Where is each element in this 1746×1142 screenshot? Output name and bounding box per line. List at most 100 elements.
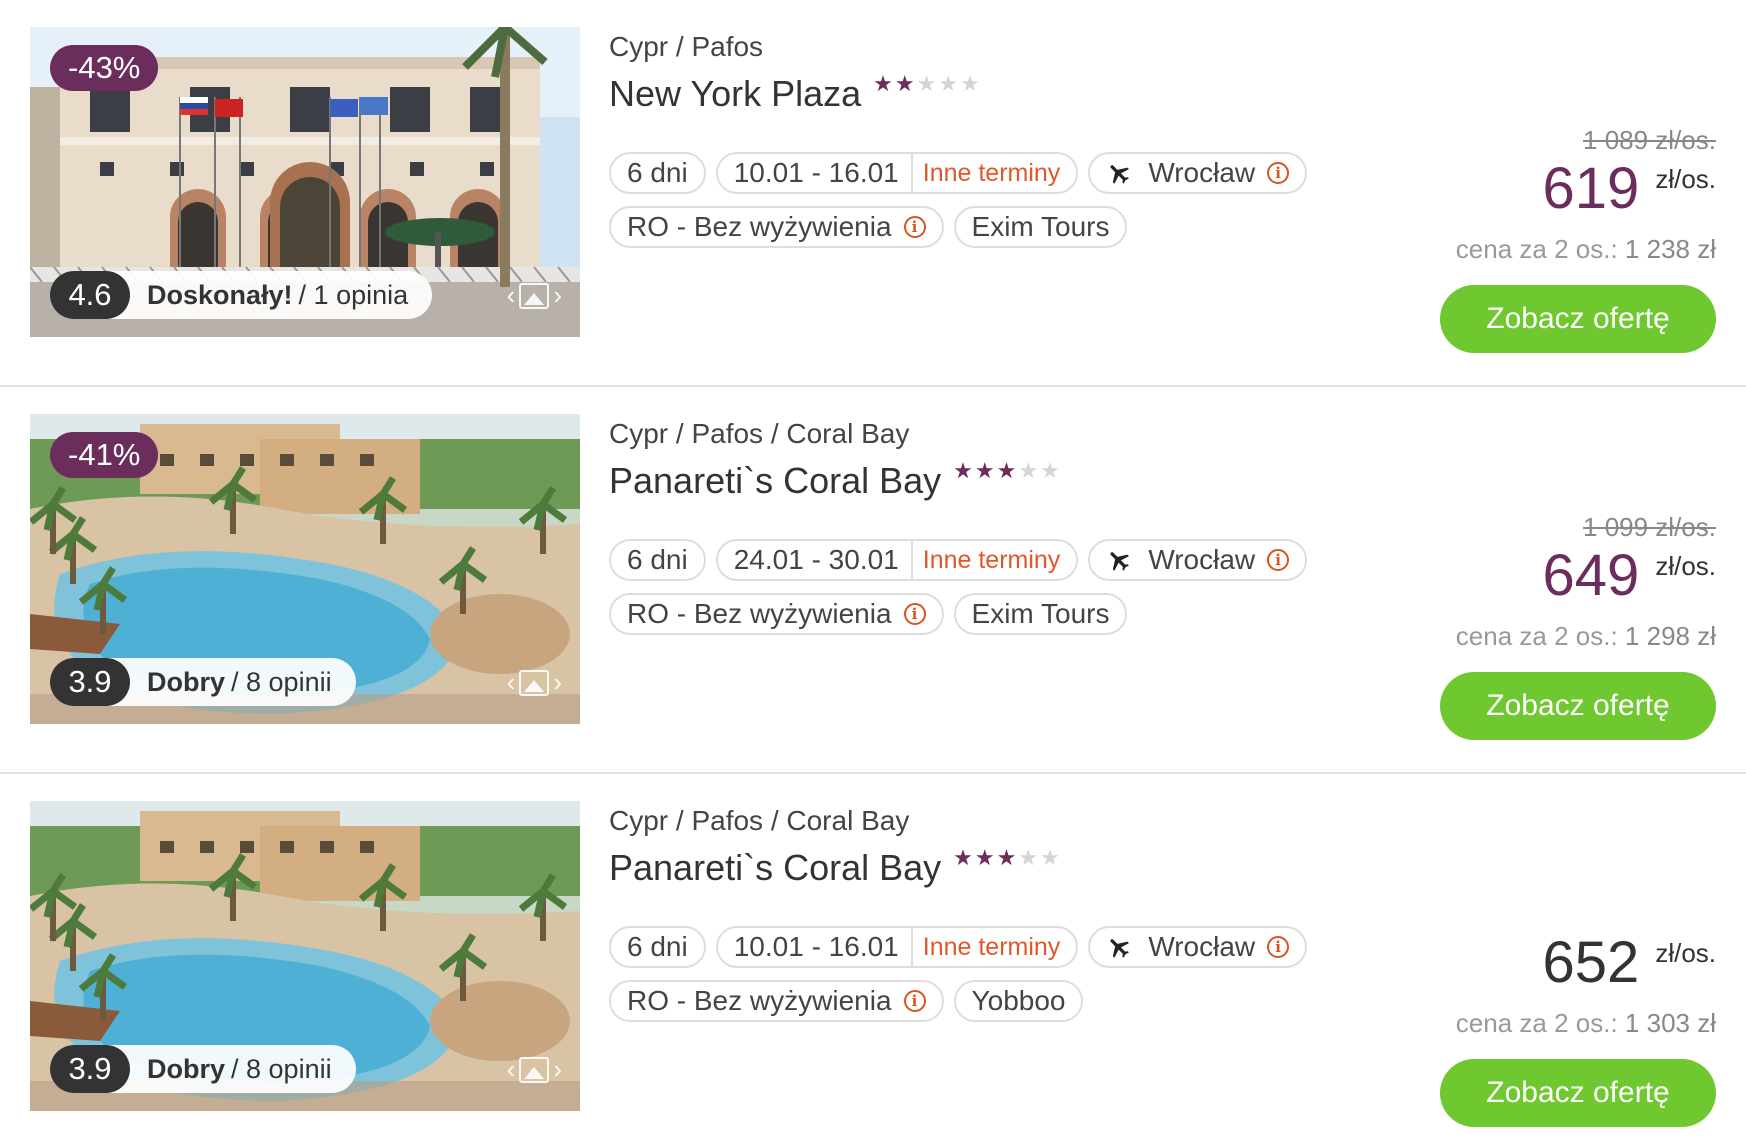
see-offer-button[interactable]: Zobacz ofertę (1440, 672, 1716, 740)
location-breadcrumb[interactable]: Cypr / Pafos / Coral Bay (609, 801, 1329, 841)
hotel-name[interactable]: New York Plaza (609, 69, 861, 119)
price-for-two-value: 1 238 zł (1624, 234, 1716, 264)
star-filled-icon: ★ (974, 845, 997, 870)
offer-info: Cypr / Pafos / Coral Bay Panareti`s Cora… (609, 801, 1329, 1022)
price-box: 1 099 zł/os. 649 zł/os. cena za 2 os.: 1… (1316, 387, 1716, 772)
dates-value: 24.01 - 30.01 (733, 544, 899, 575)
dates-tag: 10.01 - 16.01 Inne terminy (715, 926, 1079, 968)
rating-opinions: / 1 opinia (298, 279, 409, 310)
location-breadcrumb[interactable]: Cypr / Pafos (609, 27, 1329, 67)
departure-city: Wrocław (1148, 157, 1256, 188)
price-unit: zł/os. (1655, 164, 1716, 194)
info-icon[interactable]: i (1267, 936, 1290, 958)
departure-city: Wrocław (1148, 931, 1256, 962)
price-for-two: cena za 2 os.: 1 303 zł (1456, 1008, 1716, 1039)
rating-opinions: / 8 opinii (231, 1053, 332, 1084)
hotel-stars: ★★★★★ (953, 843, 1062, 873)
operator-tag: Yobboo (953, 980, 1084, 1022)
departure-tag[interactable]: Wrocław i (1088, 539, 1308, 581)
departure-tag[interactable]: Wrocław i (1088, 152, 1308, 194)
hotel-stars: ★★★★★ (953, 456, 1062, 486)
price-for-two-label: cena za 2 os.: (1455, 234, 1618, 264)
offer-info: Cypr / Pafos New York Plaza ★★★★★ 6 dni … (609, 27, 1329, 248)
board-tag[interactable]: RO - Bez wyżywienia i (609, 980, 944, 1022)
other-dates-link[interactable]: Inne terminy (923, 933, 1061, 962)
price: 649 zł/os. (1543, 541, 1716, 611)
price-amount: 649 (1542, 543, 1640, 608)
rating-score: 4.6 (50, 271, 130, 319)
offer-card: 3.9 Dobry / 8 opinii ‹ › Cypr / Pafos / C… (0, 774, 1746, 1142)
gallery-icon[interactable]: ‹ › (507, 667, 562, 698)
rating-pill[interactable]: 3.9 Dobry / 8 opinii (50, 658, 356, 706)
price-for-two-label: cena za 2 os.: (1455, 1008, 1618, 1038)
duration-tag: 6 dni (609, 539, 706, 581)
board-tag[interactable]: RO - Bez wyżywienia i (609, 206, 944, 248)
star-empty-icon: ★ (938, 71, 961, 96)
info-icon[interactable]: i (903, 216, 926, 238)
old-price: 1 089 zł/os. (1583, 125, 1716, 155)
discount-badge: -43% (50, 45, 159, 91)
star-filled-icon: ★ (894, 71, 917, 96)
rating-verdict: Dobry (147, 666, 226, 697)
see-offer-button[interactable]: Zobacz ofertę (1440, 1059, 1716, 1127)
star-filled-icon: ★ (996, 845, 1019, 870)
price-box: 1 089 zł/os. 619 zł/os. cena za 2 os.: 1… (1316, 0, 1716, 385)
star-filled-icon: ★ (974, 458, 997, 483)
price: 652 zł/os. (1543, 928, 1716, 998)
star-empty-icon: ★ (1040, 845, 1062, 870)
star-filled-icon: ★ (953, 458, 975, 483)
location-breadcrumb[interactable]: Cypr / Pafos / Coral Bay (609, 414, 1329, 454)
rating-opinions: / 8 opinii (231, 666, 332, 697)
hotel-stars: ★★★★★ (873, 69, 982, 99)
hotel-photo[interactable]: 3.9 Dobry / 8 opinii ‹ › (30, 801, 580, 1111)
star-filled-icon: ★ (953, 845, 975, 870)
gallery-icon[interactable]: ‹ › (507, 1054, 562, 1085)
hotel-name[interactable]: Panareti`s Coral Bay (609, 843, 941, 893)
offer-card: -41% 3.9 Dobry / 8 opinii ‹ › Cypr / Pafo… (0, 387, 1746, 774)
other-dates-link[interactable]: Inne terminy (923, 159, 1061, 188)
star-empty-icon: ★ (1018, 845, 1041, 870)
plane-icon (1110, 552, 1130, 571)
other-dates-link[interactable]: Inne terminy (923, 546, 1061, 575)
duration-tag: 6 dni (609, 926, 706, 968)
board-value: RO - Bez wyżywienia (627, 211, 892, 242)
star-filled-icon: ★ (996, 458, 1019, 483)
board-tag[interactable]: RO - Bez wyżywienia i (609, 593, 944, 635)
dates-value: 10.01 - 16.01 (733, 157, 899, 188)
info-icon[interactable]: i (903, 990, 926, 1012)
star-empty-icon: ★ (960, 71, 982, 96)
gallery-icon[interactable]: ‹ › (507, 280, 562, 311)
rating-pill[interactable]: 4.6 Doskonały! / 1 opinia (50, 271, 433, 319)
info-icon[interactable]: i (1267, 549, 1290, 571)
see-offer-button[interactable]: Zobacz ofertę (1440, 285, 1716, 353)
info-icon[interactable]: i (903, 603, 926, 625)
price-unit: zł/os. (1655, 551, 1716, 581)
duration-tag: 6 dni (609, 152, 706, 194)
offer-info: Cypr / Pafos / Coral Bay Panareti`s Cora… (609, 414, 1329, 635)
operator-tag: Exim Tours (953, 206, 1128, 248)
hotel-photo[interactable]: -41% 3.9 Dobry / 8 opinii ‹ › (30, 414, 580, 724)
rating-pill[interactable]: 3.9 Dobry / 8 opinii (50, 1045, 356, 1093)
price-for-two: cena za 2 os.: 1 298 zł (1456, 621, 1716, 652)
price-for-two-value: 1 303 zł (1624, 1008, 1716, 1038)
plane-icon (1110, 165, 1130, 184)
dates-value: 10.01 - 16.01 (733, 931, 899, 962)
price-for-two: cena za 2 os.: 1 238 zł (1456, 234, 1716, 265)
plane-icon (1110, 939, 1130, 958)
price-amount: 652 (1542, 930, 1640, 995)
dates-tag: 24.01 - 30.01 Inne terminy (715, 539, 1079, 581)
price-unit: zł/os. (1655, 938, 1716, 968)
operator-tag: Exim Tours (953, 593, 1128, 635)
dates-tag: 10.01 - 16.01 Inne terminy (715, 152, 1079, 194)
offer-tags: 6 dni 24.01 - 30.01 Inne terminy Wrocław… (609, 539, 1329, 635)
board-value: RO - Bez wyżywienia (627, 598, 892, 629)
hotel-photo[interactable]: -43% 4.6 Doskonały! / 1 opinia ‹ › (30, 27, 580, 337)
departure-tag[interactable]: Wrocław i (1088, 926, 1308, 968)
rating-score: 3.9 (50, 658, 130, 706)
discount-badge: -41% (50, 432, 159, 478)
board-value: RO - Bez wyżywienia (627, 985, 892, 1016)
price: 619 zł/os. (1543, 154, 1716, 224)
info-icon[interactable]: i (1267, 162, 1290, 184)
hotel-name[interactable]: Panareti`s Coral Bay (609, 456, 941, 506)
rating-verdict: Dobry (147, 1053, 226, 1084)
